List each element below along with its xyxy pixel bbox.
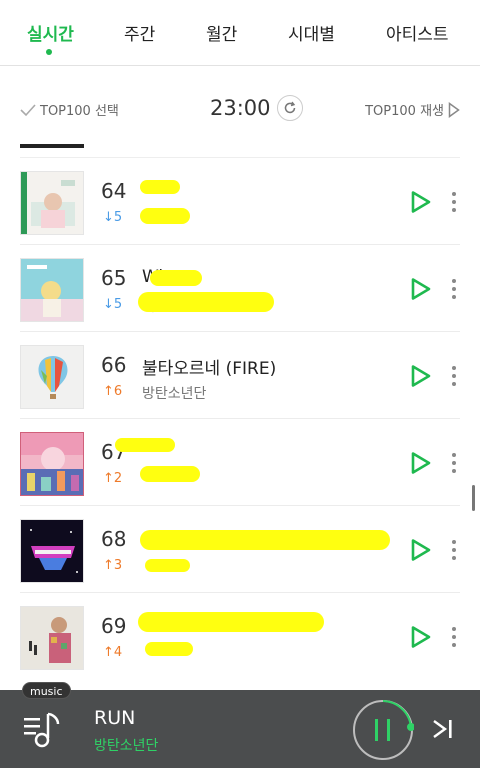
album-art (20, 258, 84, 322)
play-icon[interactable] (410, 625, 432, 649)
now-playing-artist[interactable]: 방탄소년단 (94, 735, 158, 755)
play-icon[interactable] (410, 451, 432, 475)
rank-change: ↑3 (103, 558, 123, 573)
redaction-mark (138, 292, 274, 312)
redaction-mark (115, 438, 175, 452)
redaction-mark (145, 559, 190, 572)
rank-change: ↑4 (103, 645, 123, 660)
rank-change: ↑2 (103, 471, 123, 486)
top100-play-button[interactable]: TOP100 재생 (365, 100, 460, 119)
redaction-mark (140, 466, 200, 482)
chart-tabs: 실시간 주간 월간 시대별 아티스트 (0, 0, 480, 66)
redaction-mark (140, 208, 190, 224)
redaction-mark (138, 612, 324, 632)
tab-weekly[interactable]: 주간 (124, 20, 155, 45)
rank-change: ↓5 (103, 210, 123, 225)
chart-row-64[interactable]: 64 ↓5 (0, 158, 480, 245)
tab-artist[interactable]: 아티스트 (386, 20, 449, 45)
now-playing-title[interactable]: RUN (94, 707, 135, 729)
rank-number: 69 (101, 614, 127, 638)
artist-name[interactable]: 방탄소년단 (142, 383, 206, 403)
top100-play-label: TOP100 재생 (365, 104, 444, 119)
tab-monthly[interactable]: 월간 (206, 20, 237, 45)
music-badge: music (22, 682, 71, 699)
scrollbar-thumb[interactable] (472, 485, 475, 511)
album-art (20, 432, 84, 496)
tab-realtime[interactable]: 실시간 (27, 20, 74, 45)
more-vertical-icon[interactable] (448, 625, 460, 649)
redaction-mark (150, 270, 202, 286)
album-art (20, 345, 84, 409)
chart-row-65[interactable]: 65 Wi ↓5 태연 (0, 245, 480, 332)
refresh-icon[interactable] (277, 95, 303, 121)
playlist-music-icon[interactable] (22, 708, 64, 750)
top100-select-button[interactable]: TOP100 선택 (20, 100, 119, 119)
more-vertical-icon[interactable] (448, 451, 460, 475)
play-icon[interactable] (410, 190, 432, 214)
more-vertical-icon[interactable] (448, 364, 460, 388)
chart-time: 23:00 (210, 96, 271, 120)
play-icon[interactable] (410, 538, 432, 562)
redaction-mark (140, 180, 180, 194)
redaction-mark (145, 642, 193, 656)
chart-row-69[interactable]: 69 ↑4 (0, 593, 480, 680)
rank-number: 66 (101, 353, 127, 377)
more-vertical-icon[interactable] (448, 190, 460, 214)
chart-row-66[interactable]: 66 불타오르네 (FIRE) ↑6 방탄소년단 (0, 332, 480, 419)
chart-row-67[interactable]: 67 ↑2 (0, 419, 480, 506)
album-art (20, 519, 84, 583)
rank-number: 65 (101, 266, 127, 290)
tab-by-era[interactable]: 시대별 (288, 20, 335, 45)
more-vertical-icon[interactable] (448, 277, 460, 301)
pause-icon[interactable] (352, 699, 414, 761)
skip-next-icon[interactable] (428, 714, 458, 744)
play-outline-icon (448, 101, 460, 118)
rank-number: 68 (101, 527, 127, 551)
song-title[interactable]: 불타오르네 (FIRE) (142, 354, 276, 379)
rank-change: ↓5 (103, 297, 123, 312)
redaction-mark (140, 530, 390, 550)
chart-toolbar: TOP100 선택 23:00 TOP100 재생 (0, 66, 480, 152)
checkmark-icon (20, 103, 36, 116)
more-vertical-icon[interactable] (448, 538, 460, 562)
play-icon[interactable] (410, 364, 432, 388)
active-tab-indicator (46, 49, 52, 55)
previous-row-edge (20, 144, 84, 148)
top100-select-label: TOP100 선택 (40, 104, 119, 119)
album-art (20, 171, 84, 235)
play-icon[interactable] (410, 277, 432, 301)
album-art (20, 606, 84, 670)
rank-change: ↑6 (103, 384, 123, 399)
rank-number: 64 (101, 179, 127, 203)
